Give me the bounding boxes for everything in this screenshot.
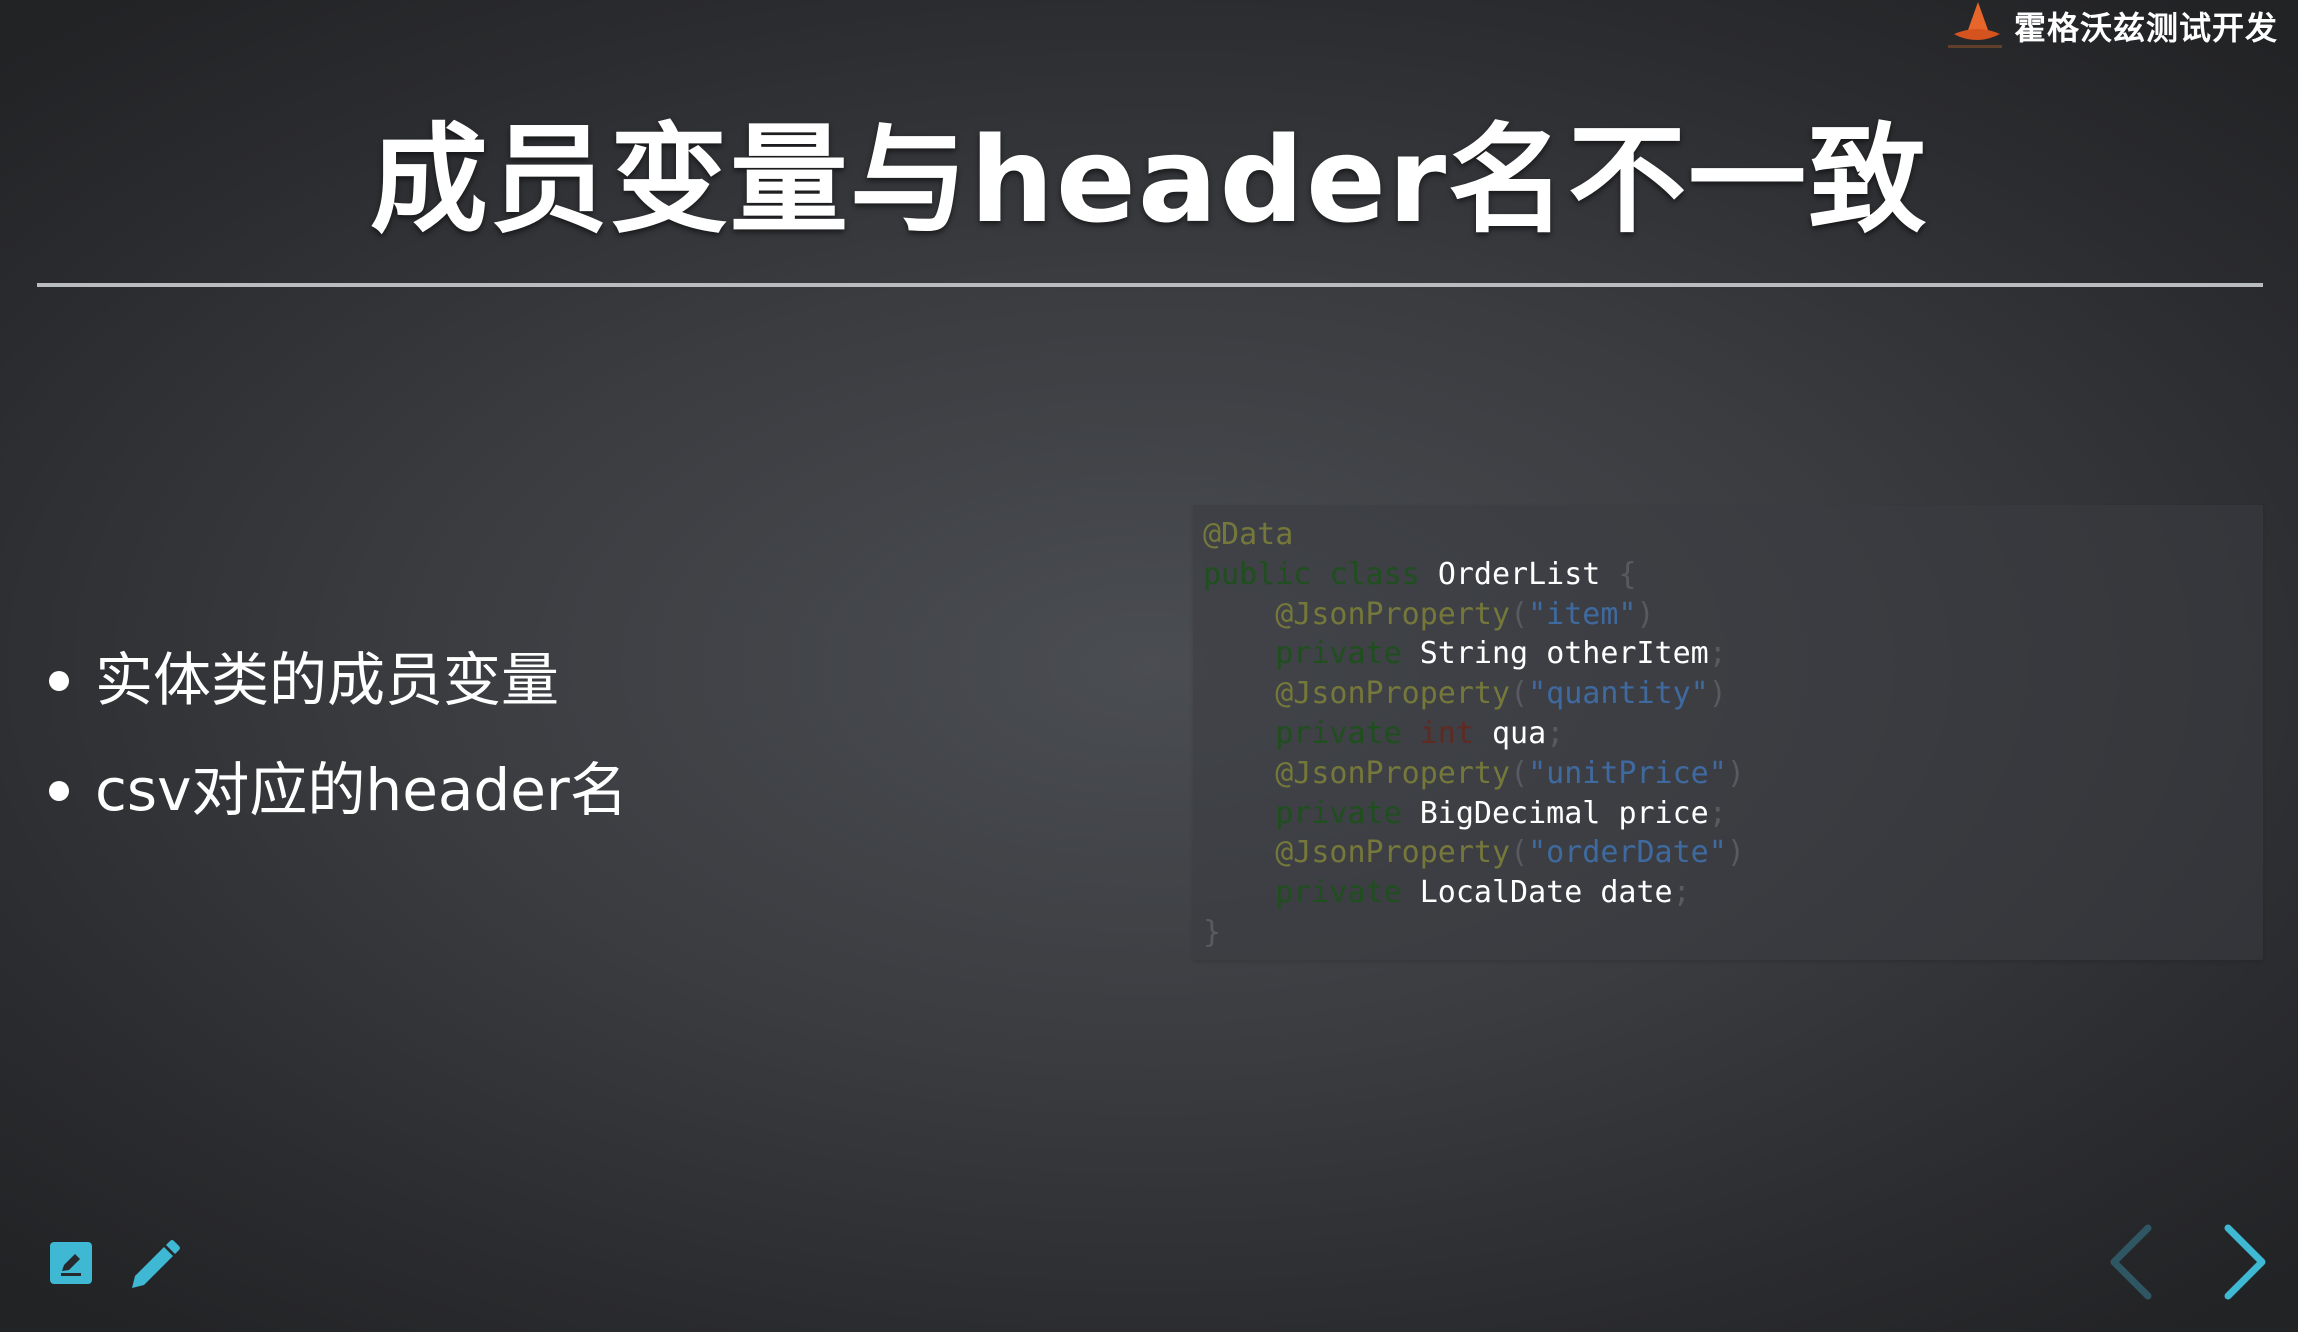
paren-close: )	[1726, 835, 1745, 871]
code-block: @Data public class OrderList { @JsonProp…	[1203, 515, 1745, 953]
paren-close: )	[1726, 755, 1745, 791]
bullet-dot	[49, 671, 69, 691]
title-divider	[37, 283, 2263, 287]
json-property-annotation: @JsonProperty	[1275, 755, 1511, 791]
field-name: price	[1618, 795, 1709, 831]
brace-close: }	[1203, 914, 1222, 950]
json-key: "item"	[1528, 596, 1637, 632]
slide-title: 成员变量与header名不一致	[369, 111, 1929, 249]
paren-open: (	[1510, 596, 1529, 632]
json-key: "orderDate"	[1528, 835, 1727, 871]
bullet-text: csv对应的header名	[95, 756, 628, 824]
class-name: OrderList	[1437, 556, 1601, 592]
brand-name: 霍格沃兹测试开发	[2013, 9, 2278, 47]
bullet-dot	[49, 781, 69, 801]
notes-button[interactable]	[48, 1240, 94, 1290]
bullet-item: csv对应的header名	[45, 735, 628, 845]
field-type: String	[1419, 636, 1529, 672]
private-keyword: private	[1275, 715, 1402, 751]
field-name: otherItem	[1546, 636, 1709, 672]
paren-open: (	[1510, 835, 1529, 871]
paren-open: (	[1510, 755, 1529, 791]
field-type: int	[1419, 715, 1474, 751]
semicolon: ;	[1672, 875, 1691, 911]
brand: 霍格沃兹测试开发	[1944, 0, 2278, 52]
bullet-list: 实体类的成员变量 csv对应的header名	[45, 625, 628, 845]
paren-close: )	[1708, 676, 1727, 712]
paren-open: (	[1510, 676, 1529, 712]
private-keyword: private	[1275, 875, 1402, 911]
private-keyword: private	[1275, 795, 1402, 831]
class-keyword: class	[1329, 556, 1420, 592]
pen-icon	[132, 1240, 180, 1288]
chevron-left-icon	[2110, 1224, 2152, 1300]
pen-button[interactable]	[126, 1238, 182, 1298]
field-type: LocalDate	[1419, 875, 1583, 911]
data-annotation: @Data	[1203, 517, 1294, 552]
paren-close: )	[1636, 596, 1655, 632]
field-name: qua	[1492, 715, 1547, 751]
field-type: BigDecimal	[1419, 795, 1601, 831]
public-keyword: public	[1203, 556, 1312, 592]
json-key: "unitPrice"	[1528, 755, 1727, 791]
private-keyword: private	[1275, 636, 1402, 672]
previous-slide-button[interactable]	[2104, 1222, 2160, 1306]
brace-open: {	[1618, 556, 1637, 592]
chevron-right-icon	[2224, 1224, 2266, 1300]
wizard-hat-logo-icon	[1944, 0, 2006, 52]
json-property-annotation: @JsonProperty	[1275, 676, 1511, 712]
semicolon: ;	[1546, 715, 1565, 751]
json-property-annotation: @JsonProperty	[1275, 596, 1511, 632]
field-name: date	[1600, 875, 1673, 911]
bullet-text: 实体类的成员变量	[95, 646, 560, 714]
bullet-item: 实体类的成员变量	[45, 625, 628, 735]
semicolon: ;	[1708, 636, 1727, 672]
json-key: "quantity"	[1528, 676, 1709, 712]
semicolon: ;	[1708, 795, 1727, 831]
json-property-annotation: @JsonProperty	[1275, 835, 1511, 871]
next-slide-button[interactable]	[2216, 1222, 2272, 1306]
notes-icon	[50, 1242, 92, 1284]
